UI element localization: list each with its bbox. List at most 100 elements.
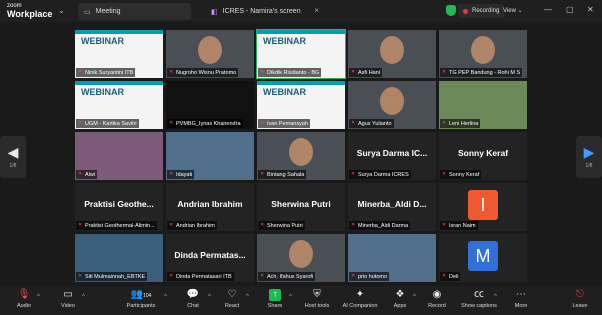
slide-strip bbox=[257, 30, 345, 34]
participant-tile[interactable]: Praktisi Geothe... ✕ Praktisi Geothermal-A… bbox=[75, 183, 163, 231]
host-tools-button[interactable]: ⛨ Host tools bbox=[297, 289, 337, 309]
participant-tile[interactable]: ✕ Ach. Ifahus Syarofi bbox=[257, 234, 345, 282]
participant-tile[interactable]: ✕ Bintang Sahala bbox=[257, 132, 345, 180]
participant-name-label: ✕ Sonny Keraf bbox=[440, 170, 482, 179]
chevron-down-icon[interactable]: ⌄ bbox=[58, 6, 65, 15]
minimize-icon[interactable]: — bbox=[544, 5, 552, 14]
participant-name: Nugroho Wisnu Pratomo bbox=[176, 69, 237, 76]
participant-tile[interactable]: Surya Darma IC... ✕ Surya Darma ICRES bbox=[348, 132, 436, 180]
participant-tile[interactable]: ✕ Leni Herlina bbox=[439, 81, 527, 129]
participant-name-label: ✕ Ninik Suryantini ITB bbox=[76, 68, 136, 77]
participant-display-name: Minerba_Aldi D... bbox=[357, 199, 427, 209]
participant-tile[interactable]: ✕ Siti Mulmainnah_EBTKE bbox=[75, 234, 163, 282]
view-button[interactable]: View ⌄ bbox=[503, 7, 523, 14]
react-options-chevron-icon[interactable]: ^ bbox=[246, 294, 249, 300]
next-page-button[interactable]: ▶ 1/8 bbox=[576, 136, 602, 178]
recording-indicator[interactable]: Recording bbox=[458, 4, 505, 18]
leave-icon: ⎋ bbox=[576, 289, 584, 300]
tab-shared-screen[interactable]: ◧ ICRES - Namira's screen × bbox=[205, 3, 325, 20]
participant-tile[interactable]: WEBINAR ✕ Ninik Suryantini ITB bbox=[75, 30, 163, 78]
participant-display-name: Surya Darma IC... bbox=[356, 148, 428, 158]
previous-page-button[interactable]: ◀ 1/8 bbox=[0, 136, 26, 178]
record-icon: ◉ bbox=[432, 289, 442, 300]
video-label: Video bbox=[61, 303, 75, 309]
mic-muted-icon: ✕ bbox=[260, 69, 265, 75]
participant-display-name: Sherwina Putri bbox=[271, 199, 331, 209]
mic-muted-icon: ✕ bbox=[78, 69, 83, 75]
share-options-chevron-icon[interactable]: ^ bbox=[289, 294, 292, 300]
record-button[interactable]: ◉ Record bbox=[417, 289, 457, 309]
participant-tile[interactable]: Sherwina Putri ✕ Sherwina Putri bbox=[257, 183, 345, 231]
participant-tile[interactable]: M ✕ Deli bbox=[439, 234, 527, 282]
participant-name-label: ✕ Surya Darma ICRES bbox=[349, 170, 411, 179]
participants-button[interactable]: 👥104 Participants bbox=[121, 289, 161, 309]
host-tools-label: Host tools bbox=[304, 303, 330, 309]
participant-name: Idayati bbox=[176, 171, 193, 178]
participant-tile[interactable]: Andrian Ibrahim ✕ Andrian Ibrahim bbox=[166, 183, 254, 231]
shield-icon[interactable] bbox=[446, 5, 456, 16]
participant-grid: WEBINAR ✕ Ninik Suryantini ITB ✕ Nugroho Wis… bbox=[75, 29, 528, 283]
mic-muted-icon: ✕ bbox=[78, 273, 83, 279]
participant-tile[interactable]: Dinda Permatas... ✕ Dinda Permatasari ITB bbox=[166, 234, 254, 282]
participant-tile[interactable]: WEBINAR ✕ Dikdik Risdianto - BG bbox=[256, 29, 346, 79]
participant-tile[interactable]: Minerba_Aldi D... ✕ Minerba_Aldi Darma bbox=[348, 183, 436, 231]
slide-strip bbox=[75, 30, 163, 34]
apps-options-chevron-icon[interactable]: ^ bbox=[413, 294, 416, 300]
leave-button[interactable]: ⎋ Leave bbox=[560, 289, 600, 309]
more-button[interactable]: ⋯ More bbox=[501, 289, 541, 309]
ai-companion-label: AI Companion bbox=[342, 303, 378, 309]
participant-video-face bbox=[198, 36, 222, 64]
participant-name: Sonny Keraf bbox=[449, 171, 480, 178]
participant-name: TG PEP Bandung - Rohi M S bbox=[449, 69, 521, 76]
participant-name-label: ✕ Ach. Ifahus Syarofi bbox=[258, 272, 316, 281]
title-bar: zoom Workplace ⌄ ▭ Meeting ◧ ICRES - Nam… bbox=[0, 0, 602, 22]
participant-name-label: ✕ Andrian Ibrahim bbox=[167, 221, 217, 230]
participant-name-label: ✕ UGM - Kartika Savitri bbox=[76, 119, 139, 128]
slide-title: WEBINAR bbox=[263, 87, 306, 97]
participant-tile[interactable]: WEBINAR ✕ Ivan Pemansyah bbox=[257, 81, 345, 129]
participant-video-face bbox=[289, 240, 313, 268]
participant-name: prio hutomo bbox=[358, 273, 388, 280]
participant-tile[interactable]: ✕ Nugroho Wisnu Pratomo bbox=[166, 30, 254, 78]
sparkle-icon: ✦ bbox=[355, 289, 365, 300]
more-label: More bbox=[514, 303, 528, 309]
mic-muted-icon: ✕ bbox=[351, 171, 356, 177]
close-icon[interactable]: × bbox=[314, 6, 319, 15]
participant-tile[interactable]: I ✕ Isran Naim bbox=[439, 183, 527, 231]
chat-options-chevron-icon[interactable]: ^ bbox=[208, 294, 211, 300]
chat-button[interactable]: 💬 Chat bbox=[173, 289, 213, 309]
video-options-chevron-icon[interactable]: ^ bbox=[82, 294, 85, 300]
participant-tile[interactable]: ✕ Idayati bbox=[166, 132, 254, 180]
participant-name: Alwi bbox=[85, 171, 96, 178]
maximize-icon[interactable]: ▢ bbox=[566, 5, 574, 14]
participant-name-label: ✕ Sherwina Putri bbox=[258, 221, 305, 230]
ai-companion-button[interactable]: ✦ AI Companion bbox=[338, 289, 382, 309]
participant-tile[interactable]: ✕ PVMBG_Iynas Khairendra bbox=[166, 81, 254, 129]
participant-tile[interactable]: ✕ TG PEP Bandung - Rohi M S bbox=[439, 30, 527, 78]
participant-name-label: ✕ Agus Yulianto bbox=[349, 119, 394, 128]
participant-tile[interactable]: WEBINAR ✕ UGM - Kartika Savitri bbox=[75, 81, 163, 129]
slide-title: WEBINAR bbox=[263, 36, 306, 46]
participant-tile[interactable]: Sonny Keraf ✕ Sonny Keraf bbox=[439, 132, 527, 180]
participant-name: Sherwina Putri bbox=[267, 222, 303, 229]
participant-tile[interactable]: ✕ Alwi bbox=[75, 132, 163, 180]
participant-tile[interactable]: ✕ Asfi Hani bbox=[348, 30, 436, 78]
participants-options-chevron-icon[interactable]: ^ bbox=[164, 294, 167, 300]
close-window-icon[interactable]: ✕ bbox=[587, 5, 594, 14]
video-icon: ▭ bbox=[84, 8, 91, 16]
more-icon: ⋯ bbox=[516, 289, 526, 300]
participant-tile[interactable]: ✕ prio hutomo bbox=[348, 234, 436, 282]
tab-label: Meeting bbox=[95, 8, 121, 15]
mic-muted-icon: ✕ bbox=[351, 120, 356, 126]
participants-label: Participants bbox=[126, 303, 156, 309]
participant-tile[interactable]: ✕ Agus Yulianto bbox=[348, 81, 436, 129]
mic-muted-icon: ✕ bbox=[351, 222, 356, 228]
apps-icon: ❖ bbox=[395, 289, 405, 300]
share-arrow-icon: ↑ bbox=[269, 289, 281, 301]
mic-muted-icon: 🎙 bbox=[17, 289, 31, 300]
tab-meeting[interactable]: ▭ Meeting bbox=[78, 3, 191, 20]
captions-options-chevron-icon[interactable]: ^ bbox=[494, 294, 497, 300]
audio-options-chevron-icon[interactable]: ^ bbox=[37, 294, 40, 300]
participant-name-label: ✕ Siti Mulmainnah_EBTKE bbox=[76, 272, 148, 281]
participant-name-label: ✕ Alwi bbox=[76, 170, 98, 179]
